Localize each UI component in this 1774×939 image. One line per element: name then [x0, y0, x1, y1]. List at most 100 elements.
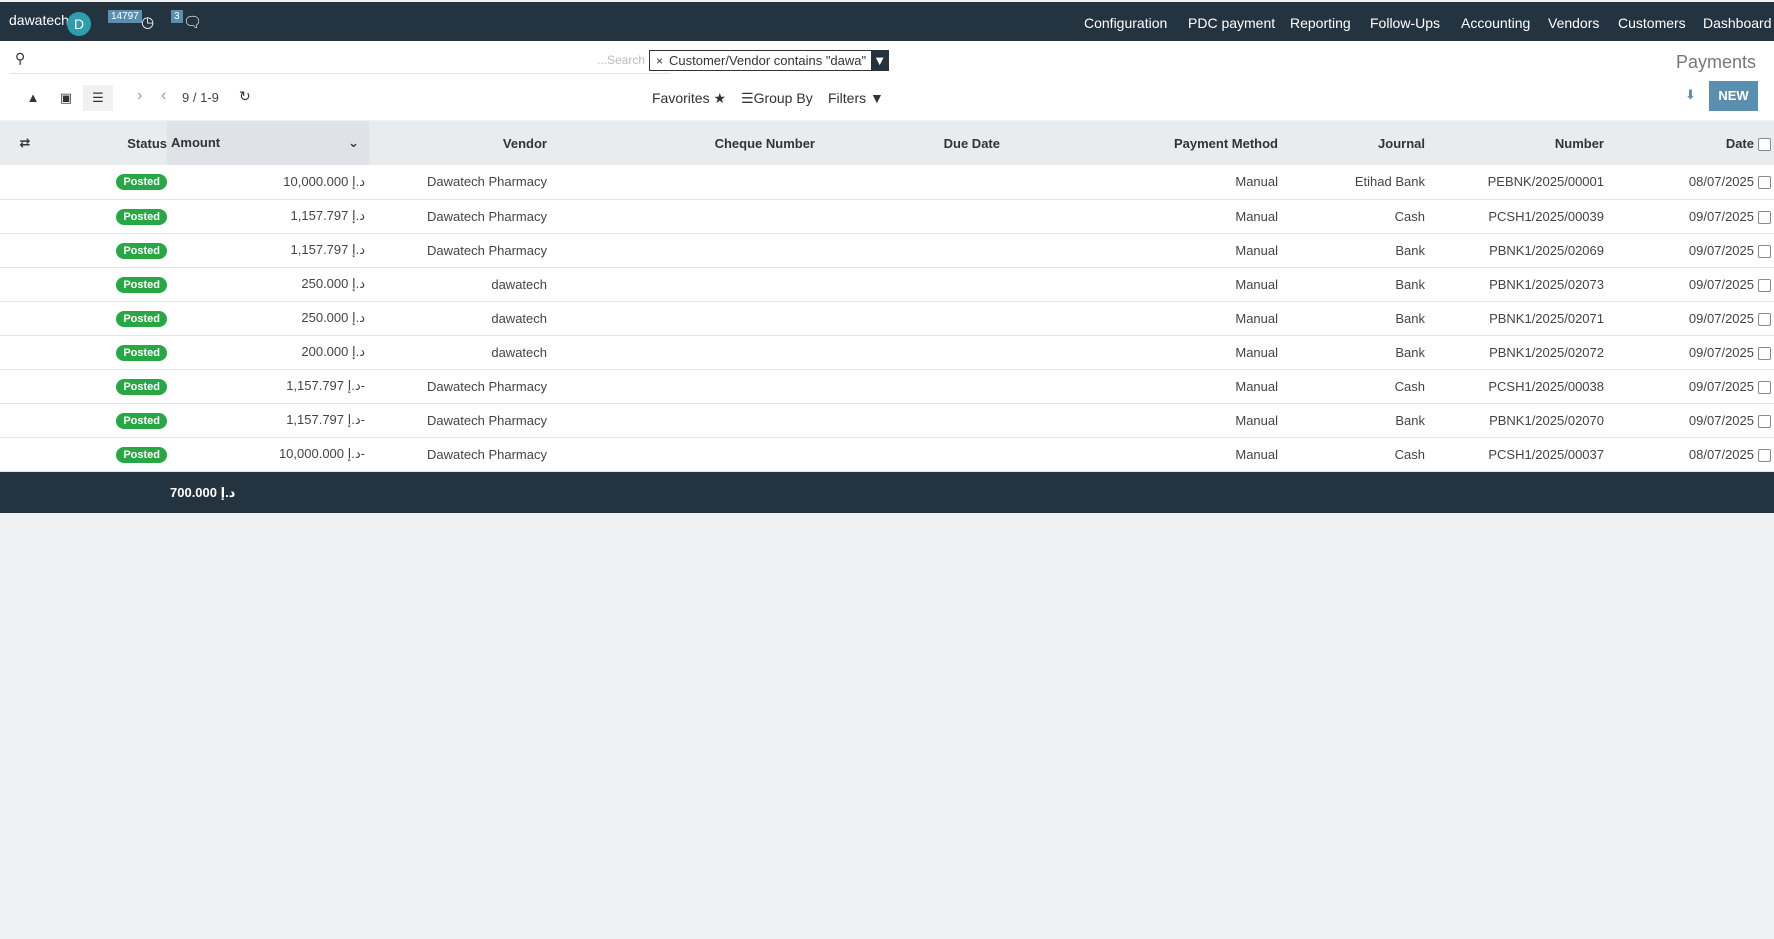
col-amount-label: Amount: [171, 135, 221, 150]
user-name[interactable]: dawatech: [9, 12, 69, 28]
amount-cell: د.إ 10,000.000-: [278, 446, 365, 461]
table-row[interactable]: Posted د.إ 1,157.797- Dawatech Pharmacy Man…: [0, 403, 1774, 437]
search-icon[interactable]: ⚲: [15, 50, 25, 67]
list-view-icon[interactable]: ☰: [83, 85, 113, 111]
top-navbar: dawatech D 14797 ◷ 3 🗨 Configuration PDC…: [0, 2, 1774, 41]
group-by-label: Group By: [753, 90, 813, 106]
page-title: Payments: [1675, 52, 1756, 72]
facet-label: Customer/Vendor contains "dawa": [669, 53, 867, 68]
status-badge: Posted: [116, 378, 167, 395]
amount-cell: د.إ 1,157.797: [290, 208, 365, 223]
number-cell: PBNK1/2025/02072: [1489, 344, 1604, 360]
control-panel: [0, 75, 1774, 120]
chevron-right-icon[interactable]: ›: [137, 87, 142, 105]
funnel-icon: ▼: [870, 90, 884, 106]
number-cell: PEBNK/2025/00001: [1487, 174, 1604, 190]
status-badge: Posted: [116, 208, 167, 225]
search-input[interactable]: ...Search: [597, 53, 645, 67]
row-checkbox[interactable]: [1754, 369, 1774, 403]
status-badge: Posted: [116, 446, 167, 463]
graph-view-icon[interactable]: ▲: [18, 85, 48, 111]
status-badge: Posted: [116, 276, 167, 293]
filters-label: Filters: [828, 90, 867, 106]
date-cell: 08/07/2025: [1688, 174, 1754, 190]
message-count-badge: 3: [171, 10, 183, 23]
col-amount[interactable]: Amount ⌄: [167, 121, 369, 165]
number-cell: PCSH1/2025/00037: [1488, 446, 1604, 462]
date-cell: 09/07/2025: [1688, 344, 1754, 360]
table-row[interactable]: Posted د.إ 250.000 dawatech Manual Bank PBNK1…: [0, 301, 1774, 335]
status-badge: Posted: [116, 174, 167, 191]
menu-configuration[interactable]: Configuration: [1084, 15, 1167, 31]
journal-cell: Bank: [1395, 276, 1425, 292]
favorites-button[interactable]: Favorites ★: [652, 90, 726, 107]
journal-cell: Cash: [1394, 446, 1425, 462]
vendor-cell: Dawatech Pharmacy: [427, 208, 547, 224]
row-checkbox[interactable]: [1754, 301, 1774, 335]
table-row[interactable]: Posted د.إ 10,000.000- Dawatech Pharmacy Ma…: [0, 437, 1774, 471]
row-checkbox[interactable]: [1754, 437, 1774, 471]
number-cell: PCSH1/2025/00039: [1488, 208, 1604, 224]
menu-customers[interactable]: Customers: [1618, 15, 1686, 31]
star-icon: ★: [713, 90, 727, 106]
column-settings-icon[interactable]: ⇄: [0, 121, 50, 165]
row-checkbox[interactable]: [1754, 199, 1774, 233]
chat-icon[interactable]: 🗨: [183, 13, 202, 31]
filters-button[interactable]: Filters ▼: [828, 90, 884, 106]
row-checkbox[interactable]: [1754, 267, 1774, 301]
refresh-icon[interactable]: ↻: [239, 88, 251, 105]
table-row[interactable]: Posted د.إ 200.000 dawatech Manual Bank PBNK1…: [0, 335, 1774, 369]
amount-cell: د.إ 200.000: [301, 344, 365, 359]
favorites-label: Favorites: [652, 90, 710, 106]
col-vendor[interactable]: Vendor: [369, 121, 547, 165]
row-checkbox[interactable]: [1754, 335, 1774, 369]
pager-value[interactable]: 9 / 1-9: [182, 90, 219, 105]
new-button[interactable]: NEW: [1709, 81, 1758, 111]
row-checkbox[interactable]: [1754, 165, 1774, 199]
close-icon[interactable]: ×: [656, 54, 663, 68]
col-number[interactable]: Number: [1425, 121, 1604, 165]
chevron-left-icon[interactable]: ‹: [161, 87, 166, 105]
amount-total: د.إ 700.000: [170, 485, 236, 500]
row-checkbox[interactable]: [1754, 233, 1774, 267]
search-facet[interactable]: × Customer/Vendor contains "dawa" ▼: [649, 50, 890, 71]
avatar[interactable]: D: [67, 12, 91, 36]
table-row[interactable]: Posted د.إ 1,157.797 Dawatech Pharmacy Manu…: [0, 233, 1774, 267]
group-by-button[interactable]: ☰Group By: [741, 90, 813, 107]
vendor-cell: Dawatech Pharmacy: [427, 446, 547, 462]
col-status[interactable]: Status: [50, 121, 167, 165]
menu-dashboard[interactable]: Dashboard: [1703, 15, 1772, 31]
table-row[interactable]: Posted د.إ 1,157.797 Dawatech Pharmacy Manu…: [0, 199, 1774, 233]
table-row[interactable]: Posted د.إ 1,157.797- Dawatech Pharmacy Man…: [0, 369, 1774, 403]
menu-reporting[interactable]: Reporting: [1290, 15, 1351, 31]
vendor-cell: Dawatech Pharmacy: [427, 412, 547, 428]
menu-vendors[interactable]: Vendors: [1548, 15, 1599, 31]
col-journal[interactable]: Journal: [1278, 121, 1425, 165]
table-footer-total: د.إ 700.000: [0, 472, 1774, 513]
col-due-date[interactable]: Due Date: [829, 121, 1025, 165]
amount-cell: د.إ 1,157.797-: [286, 412, 365, 427]
payments-table: ⇄ Status Amount ⌄ Vendor Cheque Number Du…: [0, 121, 1774, 472]
download-icon[interactable]: ⬇: [1685, 87, 1696, 103]
method-cell: Manual: [1235, 242, 1278, 258]
journal-cell: Cash: [1394, 378, 1425, 394]
col-date[interactable]: Date: [1604, 121, 1754, 165]
table-row[interactable]: Posted د.إ 10,000.000 Dawatech Pharmacy Man…: [0, 165, 1774, 199]
kanban-view-icon[interactable]: ▣: [51, 85, 81, 111]
menu-accounting[interactable]: Accounting: [1461, 15, 1530, 31]
table-row[interactable]: Posted د.إ 250.000 dawatech Manual Bank PBNK1…: [0, 267, 1774, 301]
select-all-checkbox[interactable]: [1754, 121, 1774, 165]
row-checkbox[interactable]: [1754, 403, 1774, 437]
number-cell: PCSH1/2025/00038: [1488, 378, 1604, 394]
date-cell: 09/07/2025: [1688, 310, 1754, 326]
clock-icon[interactable]: ◷: [141, 13, 154, 31]
date-cell: 08/07/2025: [1688, 446, 1754, 462]
amount-cell: د.إ 1,157.797-: [286, 378, 365, 393]
vendor-cell: Dawatech Pharmacy: [427, 378, 547, 394]
col-cheque-number[interactable]: Cheque Number: [547, 121, 829, 165]
menu-pdc-payment[interactable]: PDC payment: [1188, 15, 1275, 31]
journal-cell: Cash: [1394, 208, 1425, 224]
number-cell: PBNK1/2025/02069: [1489, 242, 1604, 258]
col-payment-method[interactable]: Payment Method: [1025, 121, 1278, 165]
menu-follow-ups[interactable]: Follow-Ups: [1370, 15, 1440, 31]
